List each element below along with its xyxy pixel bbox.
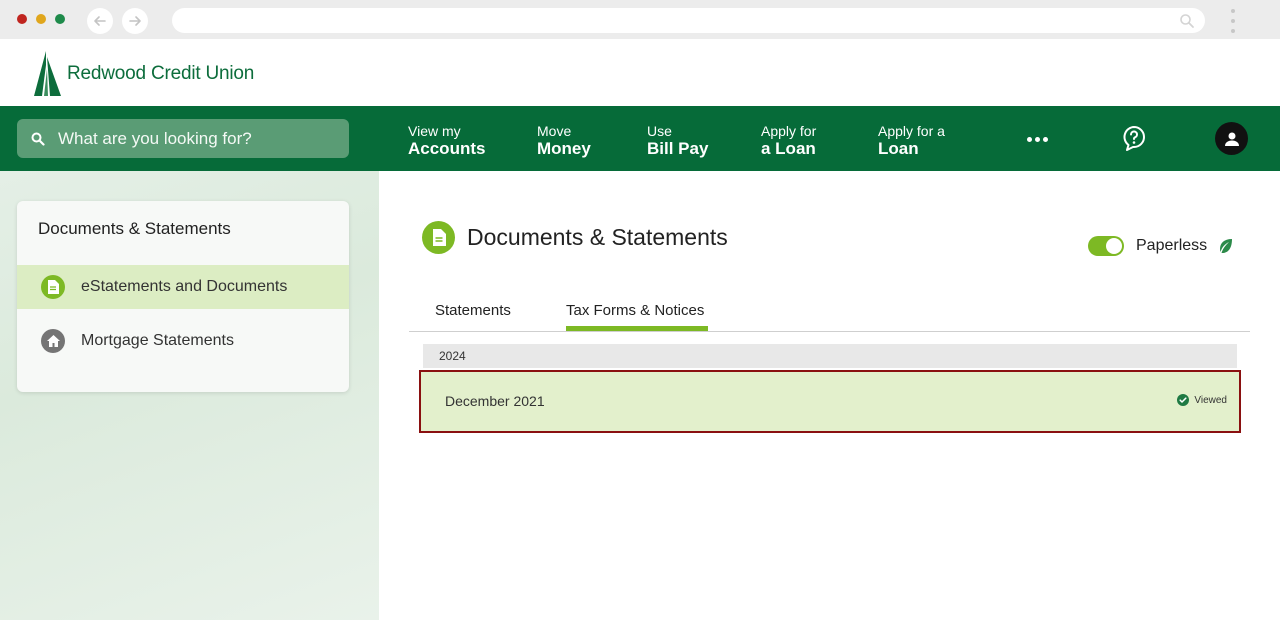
nav-bill-pay[interactable]: Use Bill Pay — [647, 123, 708, 159]
leaf-icon — [1220, 239, 1232, 254]
paperless-toggle[interactable] — [1088, 236, 1124, 256]
sidebar-item-estatements[interactable]: eStatements and Documents — [17, 265, 349, 309]
back-button[interactable] — [87, 8, 113, 34]
sidebar-item-label: Mortgage Statements — [81, 332, 234, 349]
nav-apply-loan[interactable]: Apply for a Loan — [761, 123, 816, 159]
nav-label-line2: Accounts — [408, 139, 486, 159]
sidebar-item-label: eStatements and Documents — [81, 278, 288, 295]
sidebar-title: Documents & Statements — [38, 219, 231, 238]
window-maximize-dot[interactable] — [55, 14, 65, 24]
paperless-label: Paperless — [1136, 237, 1208, 254]
document-icon — [422, 221, 455, 254]
home-icon — [41, 329, 65, 353]
window-minimize-dot[interactable] — [36, 14, 46, 24]
search-placeholder: What are you looking for? — [58, 128, 252, 148]
check-circle-icon — [1177, 394, 1190, 406]
active-tab-indicator — [566, 326, 708, 331]
browser-chrome — [0, 0, 1280, 39]
sidebar-item-mortgage-statements[interactable]: Mortgage Statements — [17, 319, 349, 363]
account-avatar-icon[interactable] — [1215, 122, 1248, 155]
nav-label-line1: Move — [537, 123, 572, 139]
year-label: 2024 — [439, 349, 466, 363]
year-group-header: 2024 — [423, 344, 1237, 368]
page-title: Documents & Statements — [467, 224, 728, 250]
arrow-left-icon — [94, 16, 106, 26]
list-item[interactable]: December 2021 Viewed — [419, 370, 1241, 433]
status-text: Viewed — [1194, 394, 1227, 406]
nav-label-line1: Apply for a — [878, 123, 945, 139]
nav-label-line1: View my — [408, 123, 461, 139]
document-icon — [41, 275, 65, 299]
nav-label-line2: Bill Pay — [647, 139, 709, 159]
site-search-input[interactable]: What are you looking for? — [17, 119, 349, 158]
arrow-right-icon — [129, 16, 141, 26]
search-icon — [1180, 14, 1194, 28]
more-menu-icon[interactable] — [1027, 137, 1048, 142]
brand-name[interactable]: Redwood Credit Union — [67, 63, 254, 85]
redwood-tree-logo-icon — [34, 51, 61, 96]
kebab-icon[interactable] — [1230, 9, 1236, 33]
nav-label-line2: a Loan — [761, 139, 816, 159]
window-close-dot[interactable] — [17, 14, 27, 24]
document-name: December 2021 — [445, 393, 545, 409]
nav-move-money[interactable]: Move Money — [537, 123, 591, 159]
main-navigation: What are you looking for? View my Accoun… — [0, 106, 1280, 171]
tab-tax-forms-notices[interactable]: Tax Forms & Notices — [566, 302, 704, 319]
nav-label-line2: Loan — [878, 139, 919, 159]
document-tabs: Statements Tax Forms & Notices — [409, 299, 1250, 332]
nav-apply-loan-2[interactable]: Apply for a Loan — [878, 123, 945, 159]
status-badge: Viewed — [1177, 394, 1227, 406]
nav-label-line2: Money — [537, 139, 591, 159]
nav-view-accounts[interactable]: View my Accounts — [408, 123, 485, 159]
tab-statements[interactable]: Statements — [435, 302, 511, 319]
forward-button[interactable] — [122, 8, 148, 34]
search-icon — [31, 132, 45, 146]
sidebar: Documents & Statements eStatements and D… — [17, 201, 349, 392]
nav-label-line1: Apply for — [761, 123, 817, 139]
help-chat-icon[interactable] — [1120, 124, 1148, 152]
header-logo-bar: Redwood Credit Union — [0, 39, 1280, 106]
nav-label-line1: Use — [647, 123, 672, 139]
address-bar[interactable] — [172, 8, 1205, 33]
